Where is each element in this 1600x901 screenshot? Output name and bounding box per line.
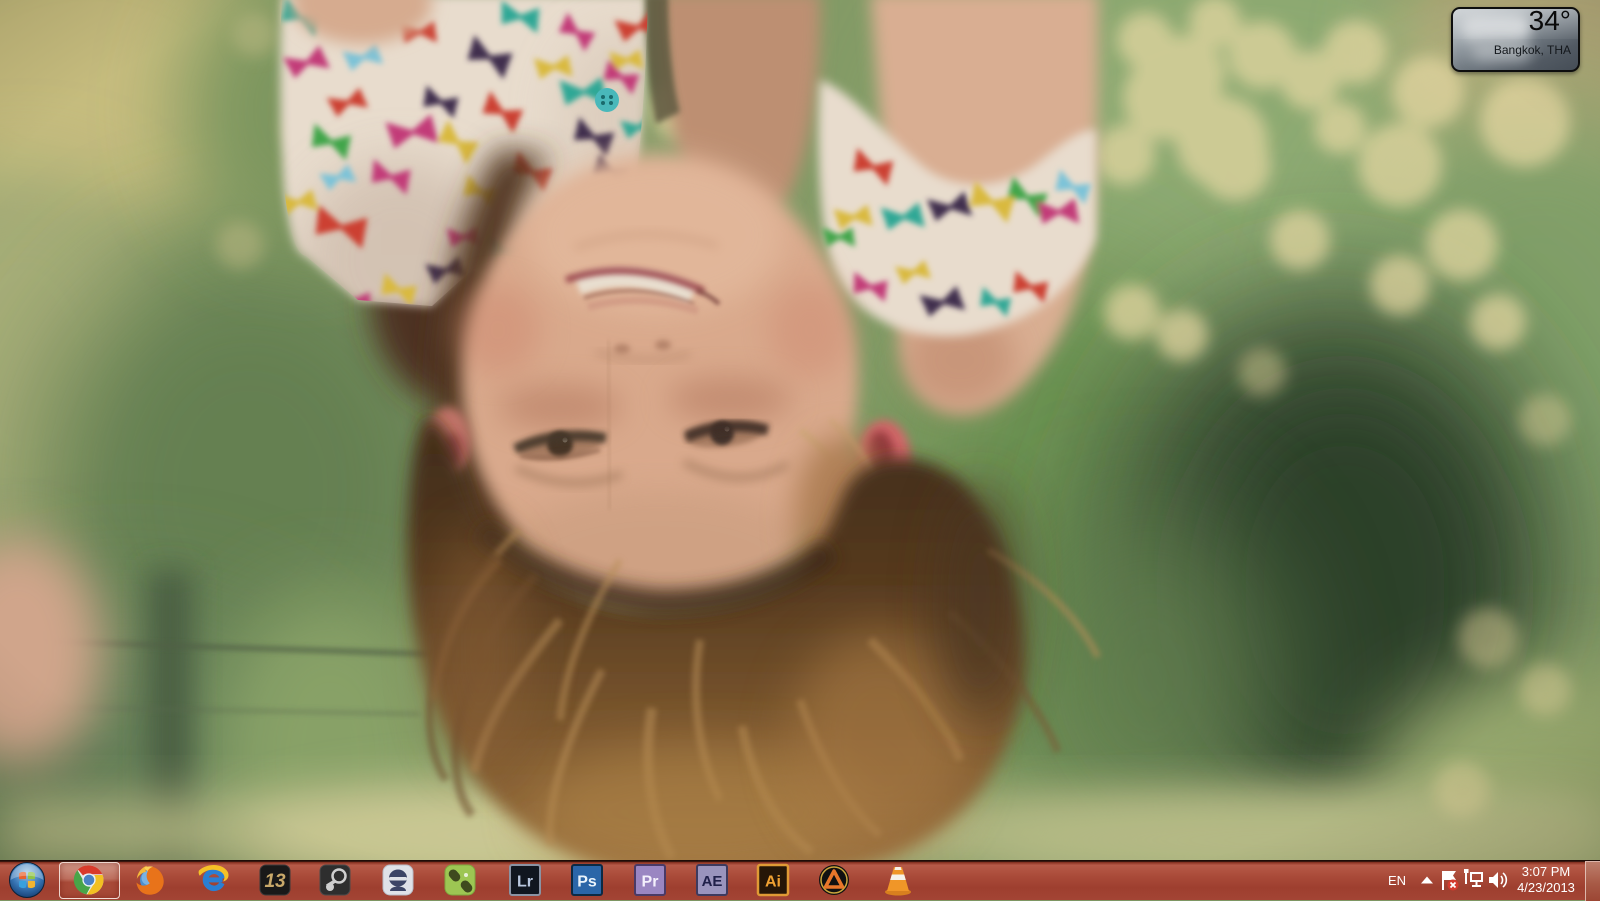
svg-text:Ps: Ps	[577, 874, 597, 891]
svg-text:EN: EN	[1388, 873, 1406, 888]
svg-text:Lr: Lr	[517, 874, 533, 891]
svg-text:Pr: Pr	[642, 874, 659, 891]
svg-text:13: 13	[264, 871, 286, 892]
svg-text:AE: AE	[702, 873, 723, 890]
svg-text:Ai: Ai	[765, 874, 781, 891]
